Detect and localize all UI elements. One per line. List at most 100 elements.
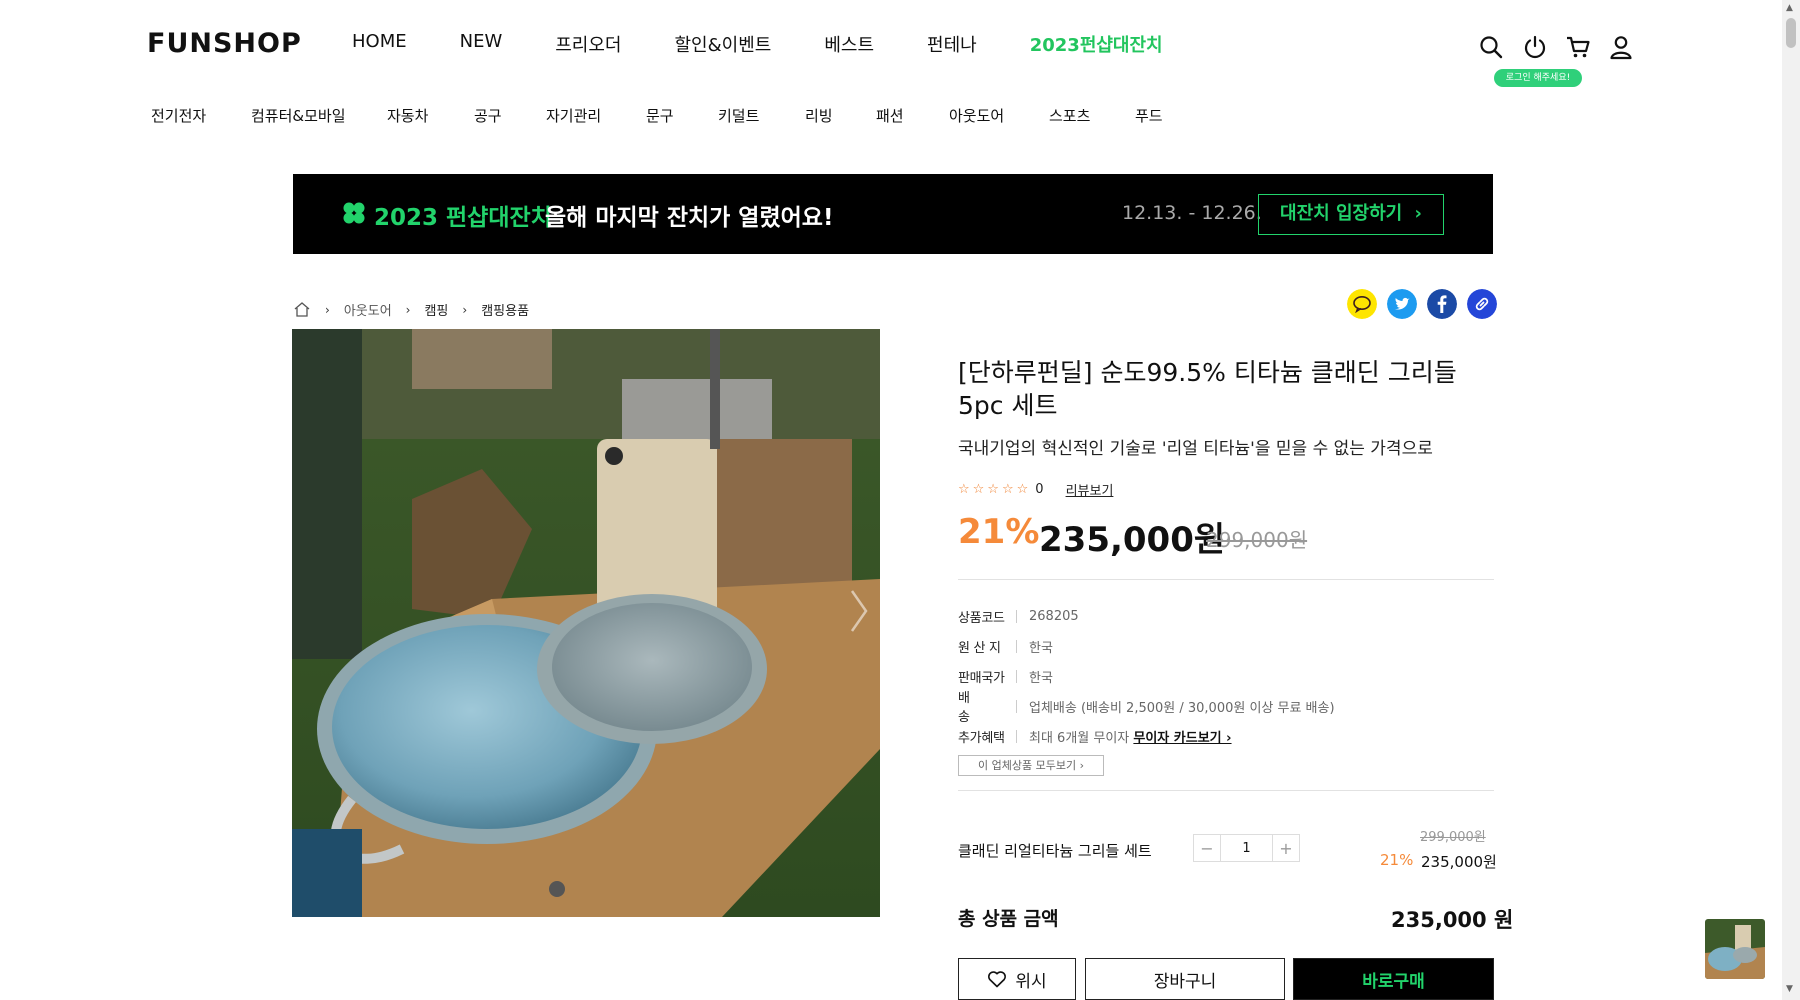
nav-new[interactable]: NEW	[460, 31, 503, 57]
category-kidult[interactable]: 키덜트	[718, 105, 805, 126]
category-food[interactable]: 푸드	[1135, 105, 1185, 126]
category-stationery[interactable]: 문구	[646, 105, 718, 126]
view-all-seller-products-button[interactable]: 이 업체상품 모두보기 ›	[958, 755, 1104, 776]
breadcrumb-item-camping[interactable]: 캠핑	[424, 300, 448, 319]
breadcrumb: › 아웃도어 › 캠핑 › 캠핑용품	[293, 300, 529, 319]
buy-now-button[interactable]: 바로구매	[1293, 958, 1494, 1000]
plus-icon[interactable]: +	[1272, 835, 1299, 861]
nav-preorder[interactable]: 프리오더	[555, 31, 621, 57]
banner-enter-button[interactable]: 대잔치 입장하기 ›	[1258, 194, 1444, 235]
home-icon[interactable]	[293, 301, 311, 318]
star-rating-icons: ☆☆☆☆☆	[958, 482, 1032, 497]
divider	[1016, 609, 1017, 623]
spec-row: 추가혜택 최대 6개월 무이자 무이자 카드보기 ›	[958, 721, 1498, 751]
chevron-right-icon: ›	[1414, 203, 1422, 224]
logo[interactable]: FUNSHOP	[147, 28, 302, 59]
nav-funtenna[interactable]: 펀테나	[927, 31, 977, 57]
option-name: 클래딘 리얼티타늄 그리들 세트	[958, 842, 1152, 860]
discount-rate: 21%	[958, 512, 1040, 552]
spec-key: 추가혜택	[958, 730, 1005, 746]
wish-label: 위시	[1015, 971, 1047, 992]
spec-key: 배 송	[958, 691, 996, 725]
wish-button[interactable]: 위시	[958, 958, 1076, 1000]
category-sports[interactable]: 스포츠	[1049, 105, 1135, 126]
breadcrumb-item-camping-goods[interactable]: 캠핑용품	[481, 300, 529, 319]
chevron-right-icon: ›	[325, 302, 330, 317]
option-original-price: 299,000원	[1420, 830, 1486, 845]
spec-key: 원 산 지	[958, 640, 1001, 656]
main-nav: HOME NEW 프리오더 할인&이벤트 베스트 펀테나 2023펀샵대잔치	[352, 31, 1216, 57]
banner-enter-label: 대잔치 입장하기	[1280, 203, 1403, 224]
divider	[1016, 639, 1017, 653]
product-image[interactable]	[292, 329, 880, 917]
search-icon[interactable]	[1478, 34, 1504, 60]
recent-product-image	[1705, 919, 1765, 979]
cart-icon[interactable]	[1565, 34, 1591, 60]
link-icon[interactable]	[1467, 289, 1497, 319]
spec-value-text: 최대 6개월 무이자	[1029, 730, 1134, 746]
recent-product-thumbnail[interactable]	[1705, 919, 1765, 979]
review-link[interactable]: 리뷰보기	[1066, 480, 1114, 499]
product-subtitle: 국내기업의 혁신적인 기술로 '리얼 티타늄'을 믿을 수 없는 가격으로	[958, 439, 1433, 459]
nav-sale-event[interactable]: 할인&이벤트	[675, 31, 772, 57]
total-label: 총 상품 금액	[958, 908, 1059, 930]
login-tooltip: 로그인 해주세요!	[1494, 69, 1582, 87]
spec-row: 원 산 지 한국	[958, 631, 1498, 661]
spec-row: 판매국가 한국	[958, 661, 1498, 691]
category-fashion[interactable]: 패션	[876, 105, 949, 126]
divider	[1016, 699, 1017, 713]
kakaotalk-icon[interactable]	[1347, 289, 1377, 319]
category-living[interactable]: 리빙	[805, 105, 876, 126]
total-amount: 235,000 원	[1391, 908, 1514, 932]
divider	[958, 790, 1494, 791]
banner-event-title: 2023 펀샵대잔치	[374, 205, 552, 231]
minus-icon[interactable]: −	[1194, 835, 1221, 861]
spec-row: 상품코드 268205	[958, 601, 1498, 631]
spec-value: 한국	[1029, 670, 1053, 686]
nav-home[interactable]: HOME	[352, 31, 407, 57]
nav-best[interactable]: 베스트	[824, 31, 874, 57]
review-count: 0	[1035, 482, 1044, 497]
quantity-value[interactable]: 1	[1221, 835, 1272, 861]
heart-icon	[988, 971, 1007, 988]
add-to-cart-button[interactable]: 장바구니	[1085, 958, 1285, 1000]
banner-message: 올해 마지막 잔치가 열렸어요!	[545, 205, 834, 231]
category-outdoor[interactable]: 아웃도어	[949, 105, 1049, 126]
divider	[1016, 669, 1017, 683]
spec-value: 최대 6개월 무이자 무이자 카드보기 ›	[1029, 727, 1232, 746]
category-nav: 전기전자 컴퓨터&모바일 자동차 공구 자기관리 문구 키덜트 리빙 패션 아웃…	[151, 105, 1185, 126]
category-tools[interactable]: 공구	[474, 105, 546, 126]
chevron-right-icon: ›	[405, 302, 411, 317]
installment-card-link[interactable]: 무이자 카드보기 ›	[1133, 731, 1231, 746]
option-price: 235,000원	[1421, 853, 1497, 871]
banner-date: 12.13. - 12.26.	[1122, 202, 1262, 224]
category-electronics[interactable]: 전기전자	[151, 105, 251, 126]
spec-key: 판매국가	[958, 670, 1005, 686]
spec-value: 업체배송 (배송비 2,500원 / 30,000원 이상 무료 배송)	[1029, 700, 1335, 716]
scroll-up-icon[interactable]: ▲	[1786, 3, 1793, 13]
nav-festival[interactable]: 2023펀샵대잔치	[1030, 31, 1163, 57]
divider	[958, 579, 1494, 580]
product-title: [단하루펀딜] 순도99.5% 티타늄 클래딘 그리들 5pc 세트	[958, 358, 1457, 420]
scrollbar-thumb[interactable]	[1786, 18, 1796, 48]
twitter-icon[interactable]	[1387, 289, 1417, 319]
event-banner[interactable]: 2023 펀샵대잔치 올해 마지막 잔치가 열렸어요! 12.13. - 12.…	[293, 174, 1493, 254]
sale-price: 235,000원	[1039, 520, 1226, 560]
quantity-stepper[interactable]: − 1 +	[1193, 834, 1300, 862]
spec-value: 268205	[1029, 608, 1079, 624]
category-selfcare[interactable]: 자기관리	[546, 105, 646, 126]
power-icon[interactable]	[1522, 34, 1548, 60]
scrollbar[interactable]: ▲ ▼	[1782, 0, 1800, 1000]
scroll-down-icon[interactable]: ▼	[1786, 984, 1793, 994]
clover-icon	[343, 202, 365, 224]
product-photo-griddle	[292, 329, 880, 917]
spec-key: 상품코드	[958, 610, 1005, 626]
breadcrumb-item-outdoor[interactable]: 아웃도어	[344, 300, 392, 319]
option-discount-rate: 21%	[1380, 851, 1414, 869]
category-car[interactable]: 자동차	[387, 105, 474, 126]
user-icon[interactable]	[1608, 34, 1634, 60]
product-specs: 상품코드 268205 원 산 지 한국 판매국가 한국 배 송 업체배송 (배…	[958, 601, 1498, 751]
chevron-right-icon: ›	[462, 302, 468, 317]
facebook-icon[interactable]	[1427, 289, 1457, 319]
category-computer-mobile[interactable]: 컴퓨터&모바일	[251, 105, 387, 126]
